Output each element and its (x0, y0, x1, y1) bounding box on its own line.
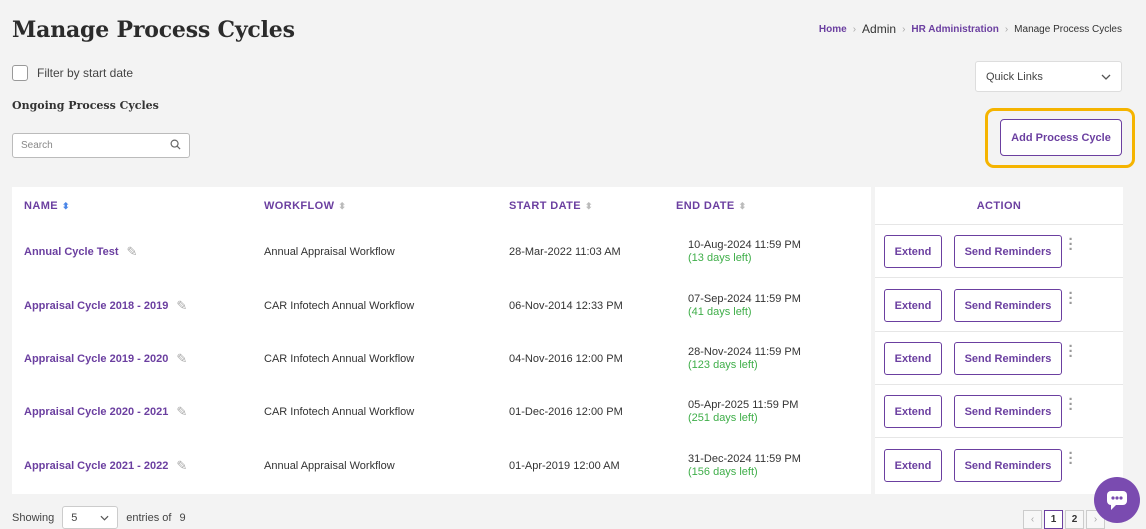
cycle-name-link[interactable]: Appraisal Cycle 2019 - 2020 ✎ (24, 332, 187, 385)
showing-label: Showing (12, 511, 55, 524)
send-reminders-button[interactable]: Send Reminders (954, 235, 1062, 268)
action-row: Extend Send Reminders · · · (875, 332, 1123, 385)
process-cycles-table: NAME ⬍ WORKFLOW ⬍ START DATE ⬍ END DATE … (12, 187, 871, 494)
days-left: (156 days left) (688, 465, 758, 478)
column-header-action: ACTION (875, 187, 1123, 225)
cycle-name-link[interactable]: Appraisal Cycle 2021 - 2022 ✎ (24, 439, 187, 492)
chat-icon[interactable] (1094, 477, 1140, 523)
more-options-icon[interactable]: · · · (1067, 286, 1075, 311)
start-date-cell: 04-Nov-2016 12:00 PM (509, 352, 623, 365)
extend-button[interactable]: Extend (884, 289, 942, 322)
chevron-down-icon (1101, 71, 1111, 83)
table-row: Annual Cycle Test ✎ Annual Appraisal Work… (12, 225, 871, 278)
start-date-cell: 01-Dec-2016 12:00 PM (509, 405, 623, 418)
action-row: Extend Send Reminders · · · (875, 225, 1123, 278)
start-date-cell: 01-Apr-2019 12:00 AM (509, 459, 620, 472)
pagination: ‹ 1 2 › (1023, 510, 1105, 529)
workflow-cell: Annual Appraisal Workflow (264, 459, 395, 472)
search-icon[interactable] (170, 137, 181, 155)
breadcrumb-home[interactable]: Home (819, 24, 847, 35)
send-reminders-button[interactable]: Send Reminders (954, 289, 1062, 322)
workflow-cell: CAR Infotech Annual Workflow (264, 299, 415, 312)
cycle-name-link[interactable]: Appraisal Cycle 2018 - 2019 ✎ (24, 279, 187, 332)
edit-pencil-icon[interactable]: ✎ (176, 458, 187, 474)
table-footer: Showing 5 entries of 9 (12, 506, 186, 529)
cycle-name-link[interactable]: Annual Cycle Test ✎ (24, 225, 137, 278)
page-title: Manage Process Cycles (12, 17, 295, 43)
cycle-name-link[interactable]: Appraisal Cycle 2020 - 2021 ✎ (24, 385, 187, 438)
edit-pencil-icon[interactable]: ✎ (176, 404, 187, 420)
table-row: Appraisal Cycle 2021 - 2022 ✎ Annual Appr… (12, 439, 871, 492)
start-date-cell: 06-Nov-2014 12:33 PM (509, 299, 623, 312)
add-process-cycle-button[interactable]: Add Process Cycle (1000, 119, 1122, 156)
sort-icon[interactable]: ⬍ (585, 201, 593, 212)
page-size-select[interactable]: 5 (62, 506, 119, 529)
send-reminders-button[interactable]: Send Reminders (954, 395, 1062, 428)
quick-links-label: Quick Links (986, 70, 1043, 83)
total-entries: 9 (179, 511, 186, 524)
extend-button[interactable]: Extend (884, 395, 942, 428)
quick-links-select[interactable]: Quick Links (975, 61, 1122, 92)
action-row: Extend Send Reminders · · · (875, 385, 1123, 438)
send-reminders-button[interactable]: Send Reminders (954, 449, 1062, 482)
table-row: Appraisal Cycle 2018 - 2019 ✎ CAR Infotec… (12, 279, 871, 332)
workflow-cell: Annual Appraisal Workflow (264, 245, 395, 258)
column-header-start-date[interactable]: START DATE ⬍ (509, 187, 593, 225)
breadcrumb-separator-icon: › (1004, 23, 1009, 35)
chevron-down-icon (100, 512, 109, 524)
breadcrumb-separator-icon: › (902, 23, 906, 35)
extend-button[interactable]: Extend (884, 449, 942, 482)
more-options-icon[interactable]: · · · (1067, 339, 1075, 364)
breadcrumb-separator-icon: › (852, 23, 857, 35)
filter-label: Filter by start date (37, 66, 134, 80)
breadcrumb: Home › Admin › HR Administration › Manag… (819, 22, 1122, 36)
column-header-name[interactable]: NAME ⬍ (24, 187, 70, 225)
end-date-cell: 05-Apr-2025 11:59 PM (251 days left) (688, 398, 799, 424)
section-label: Ongoing Process Cycles (12, 99, 159, 112)
more-options-icon[interactable]: · · · (1067, 232, 1075, 257)
action-row: Extend Send Reminders · · · (875, 439, 1123, 492)
days-left: (251 days left) (688, 411, 758, 424)
breadcrumb-admin: Admin (862, 22, 897, 36)
search-input[interactable] (21, 140, 151, 151)
days-left: (41 days left) (688, 305, 752, 318)
edit-pencil-icon[interactable]: ✎ (127, 244, 138, 260)
end-date-cell: 31-Dec-2024 11:59 PM (156 days left) (688, 452, 801, 478)
sort-icon[interactable]: ⬍ (62, 201, 70, 212)
search-box (12, 133, 190, 158)
edit-pencil-icon[interactable]: ✎ (176, 298, 187, 314)
end-date-cell: 10-Aug-2024 11:59 PM (13 days left) (688, 238, 801, 264)
filter-by-start-date: Filter by start date (12, 65, 133, 81)
breadcrumb-hr-administration[interactable]: HR Administration (911, 24, 998, 35)
page-2-button[interactable]: 2 (1065, 510, 1084, 529)
end-date-cell: 28-Nov-2024 11:59 PM (123 days left) (688, 345, 801, 371)
breadcrumb-current: Manage Process Cycles (1014, 23, 1122, 35)
workflow-cell: CAR Infotech Annual Workflow (264, 405, 415, 418)
more-options-icon[interactable]: · · · (1067, 392, 1075, 417)
extend-button[interactable]: Extend (884, 235, 942, 268)
days-left: (13 days left) (688, 251, 752, 264)
filter-checkbox[interactable] (12, 65, 28, 81)
page-1-button[interactable]: 1 (1044, 510, 1063, 529)
more-options-icon[interactable]: · · · (1067, 446, 1075, 471)
column-header-end-date[interactable]: END DATE ⬍ (676, 187, 747, 225)
table-row: Appraisal Cycle 2019 - 2020 ✎ CAR Infotec… (12, 332, 871, 385)
column-header-workflow[interactable]: WORKFLOW ⬍ (264, 187, 346, 225)
workflow-cell: CAR Infotech Annual Workflow (264, 352, 415, 365)
sort-icon[interactable]: ⬍ (739, 201, 747, 212)
end-date-cell: 07-Sep-2024 11:59 PM (41 days left) (688, 292, 801, 318)
extend-button[interactable]: Extend (884, 342, 942, 375)
entries-of-label: entries of (126, 511, 172, 524)
table-row: Appraisal Cycle 2020 - 2021 ✎ CAR Infotec… (12, 385, 871, 438)
start-date-cell: 28-Mar-2022 11:03 AM (509, 245, 621, 258)
edit-pencil-icon[interactable]: ✎ (176, 351, 187, 367)
days-left: (123 days left) (688, 358, 758, 371)
sort-icon[interactable]: ⬍ (338, 201, 346, 212)
action-column: ACTION Extend Send Reminders · · · Extend … (875, 187, 1123, 494)
prev-page-button[interactable]: ‹ (1023, 510, 1042, 529)
send-reminders-button[interactable]: Send Reminders (954, 342, 1062, 375)
action-row: Extend Send Reminders · · · (875, 279, 1123, 332)
